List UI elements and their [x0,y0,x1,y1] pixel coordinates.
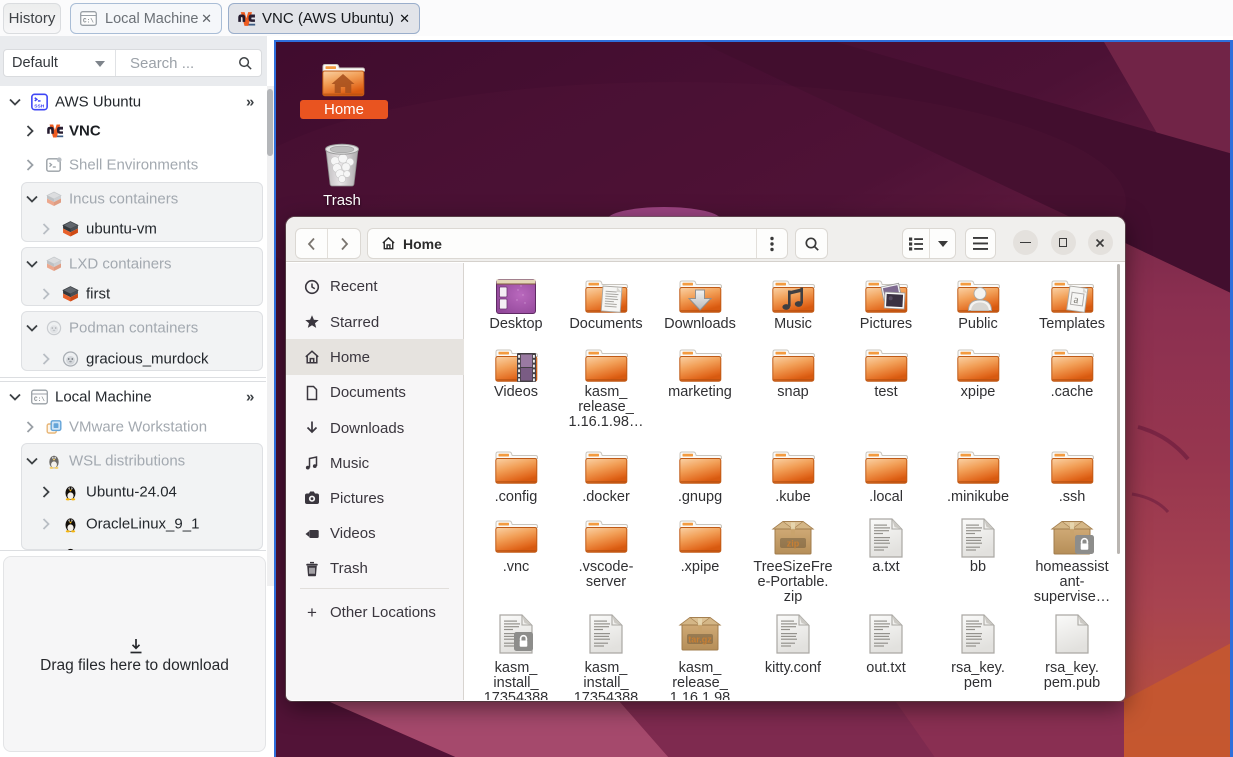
svg-text:tar.gz: tar.gz [688,635,712,645]
svg-text:zip: zip [787,539,800,549]
